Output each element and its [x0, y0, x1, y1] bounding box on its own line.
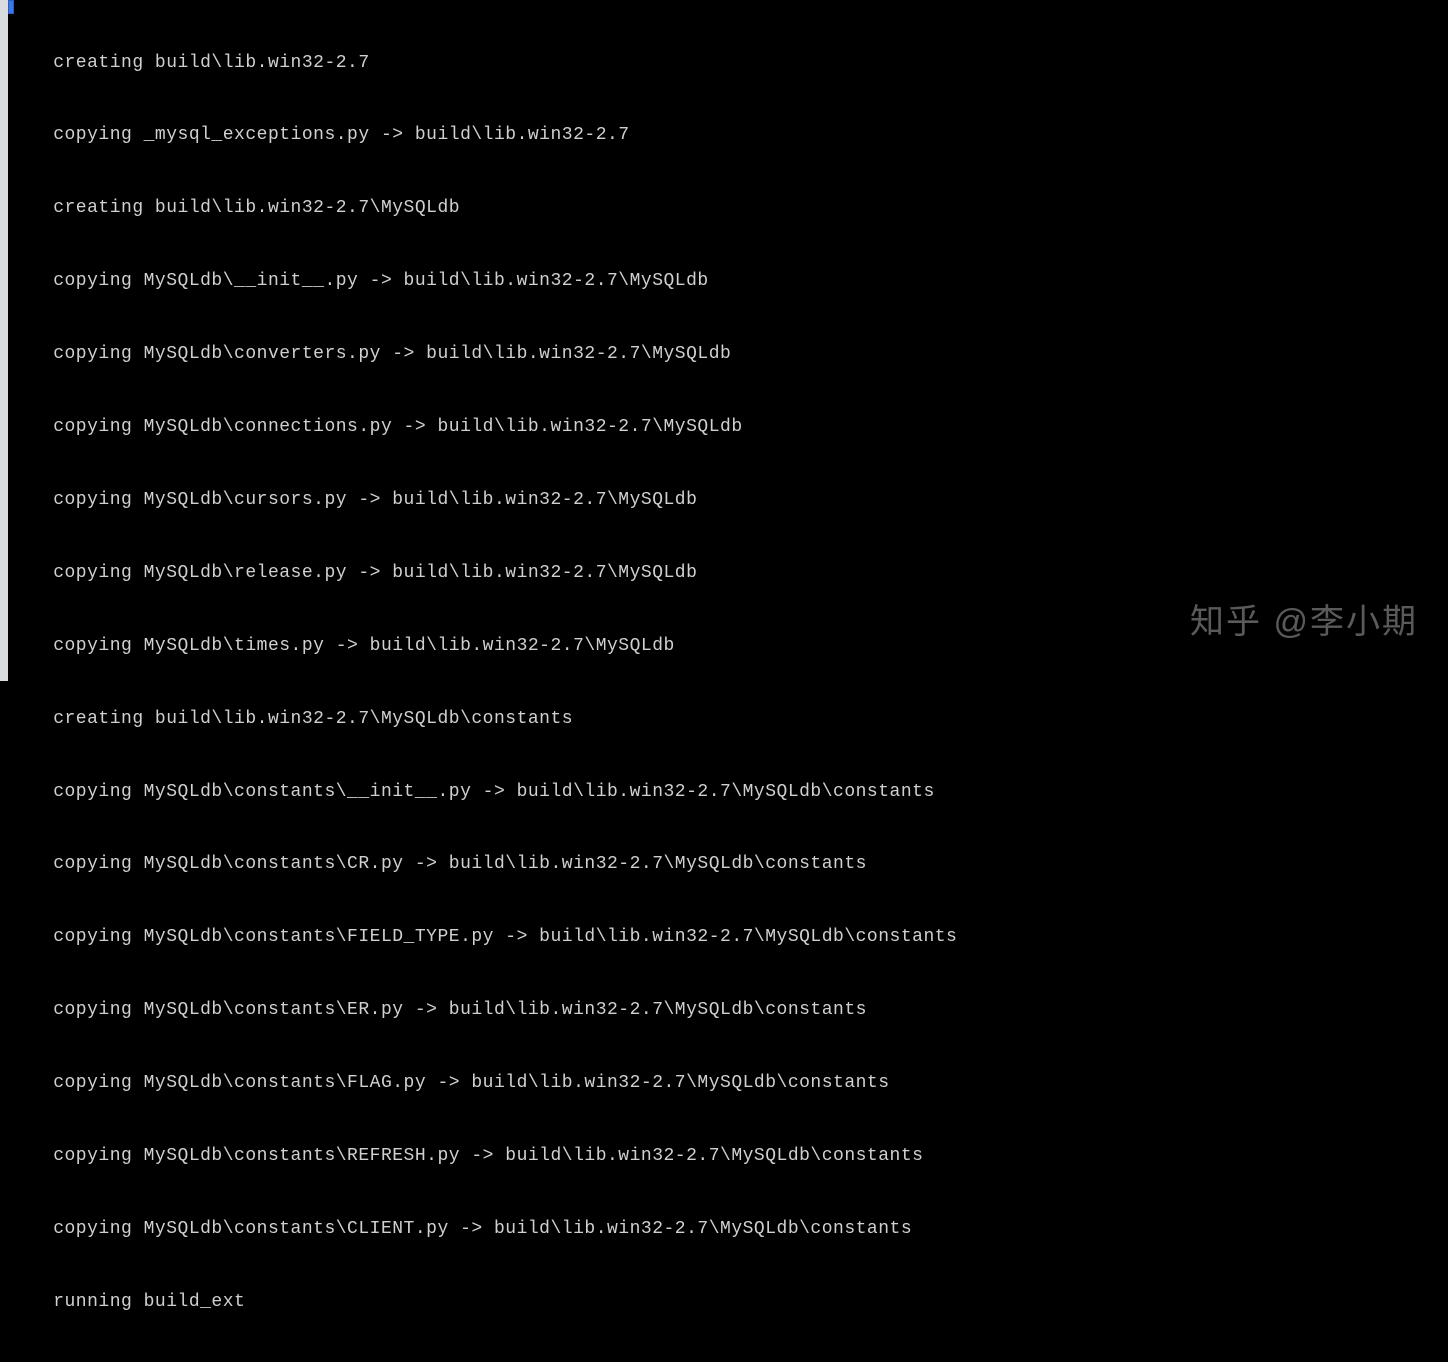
output-line: copying MySQLdb\constants\__init__.py ->…: [8, 780, 1448, 804]
output-line: copying MySQLdb\cursors.py -> build\lib.…: [8, 488, 1448, 512]
output-line: copying MySQLdb\constants\CR.py -> build…: [8, 852, 1448, 876]
output-line: copying MySQLdb\constants\FLAG.py -> bui…: [8, 1071, 1448, 1095]
scroll-indicator: [8, 0, 14, 14]
output-line: creating build\lib.win32-2.7\MySQLdb: [8, 196, 1448, 220]
output-line: copying MySQLdb\constants\ER.py -> build…: [8, 998, 1448, 1022]
terminal-output[interactable]: creating build\lib.win32-2.7 copying _my…: [8, 0, 1448, 1362]
output-line: copying MySQLdb\converters.py -> build\l…: [8, 342, 1448, 366]
output-line: copying MySQLdb\times.py -> build\lib.wi…: [8, 634, 1448, 658]
output-line: running build_ext: [8, 1290, 1448, 1314]
output-line: copying MySQLdb\constants\REFRESH.py -> …: [8, 1144, 1448, 1168]
output-line: copying MySQLdb\constants\FIELD_TYPE.py …: [8, 925, 1448, 949]
output-line: copying MySQLdb\__init__.py -> build\lib…: [8, 269, 1448, 293]
output-line: creating build\lib.win32-2.7\MySQLdb\con…: [8, 707, 1448, 731]
output-line: creating build\lib.win32-2.7: [8, 51, 1448, 75]
output-line: copying _mysql_exceptions.py -> build\li…: [8, 123, 1448, 147]
output-line: copying MySQLdb\release.py -> build\lib.…: [8, 561, 1448, 585]
output-line: copying MySQLdb\connections.py -> build\…: [8, 415, 1448, 439]
output-line: copying MySQLdb\constants\CLIENT.py -> b…: [8, 1217, 1448, 1241]
